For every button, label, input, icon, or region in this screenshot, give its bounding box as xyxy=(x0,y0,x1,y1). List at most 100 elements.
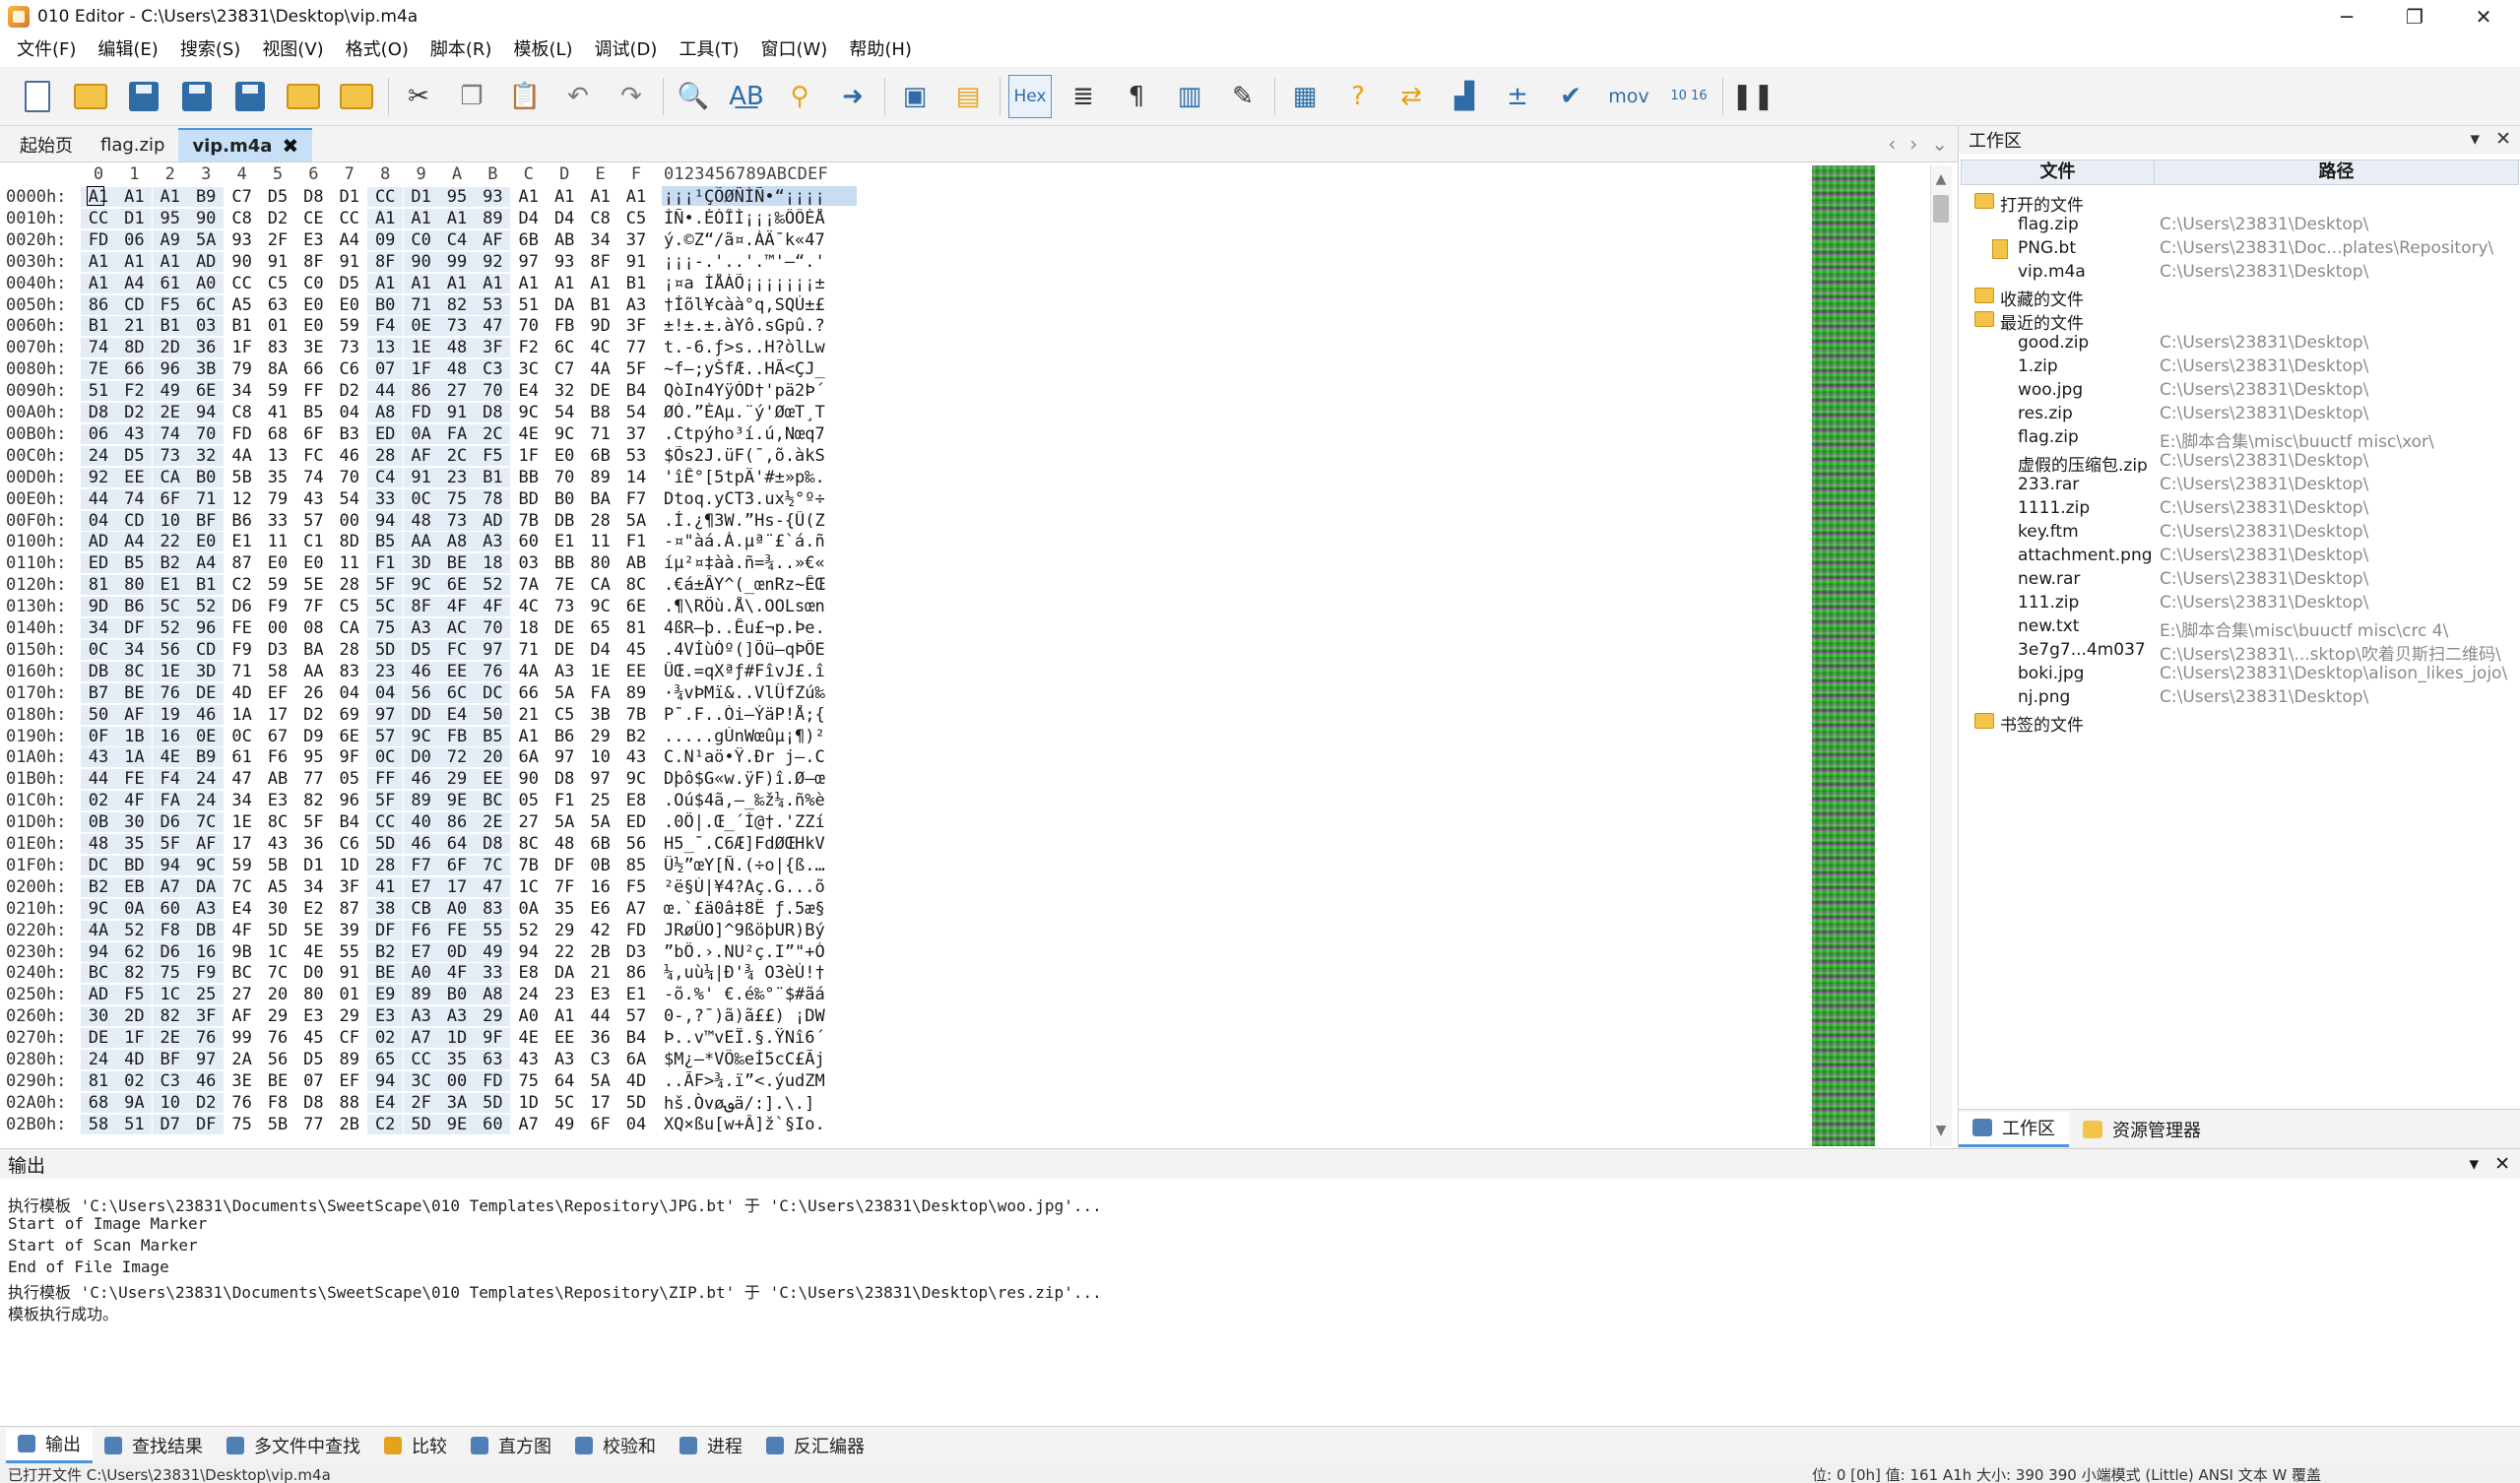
hex-byte[interactable]: 2D xyxy=(116,1006,153,1027)
hex-byte[interactable]: 5C xyxy=(547,1093,582,1113)
hex-byte[interactable]: 30 xyxy=(81,1006,116,1027)
hex-byte[interactable]: A9 xyxy=(152,229,188,250)
hex-byte[interactable]: 01 xyxy=(332,985,367,1004)
hex-byte[interactable]: EE xyxy=(547,1028,582,1048)
hex-byte[interactable]: 1A xyxy=(116,747,153,768)
hex-byte[interactable]: B1 xyxy=(618,274,654,293)
hex-byte[interactable]: CC xyxy=(332,209,367,228)
hex-byte[interactable]: 3F xyxy=(188,1006,225,1027)
hex-ascii[interactable]: -¤"àá.Á.µª¨£`á.ñ xyxy=(664,532,857,551)
hex-byte[interactable]: F7 xyxy=(403,855,439,875)
hex-byte[interactable]: 1F xyxy=(116,1028,153,1049)
hex-byte[interactable]: FA xyxy=(583,683,618,703)
hex-byte[interactable]: 46 xyxy=(188,704,225,725)
hex-byte[interactable]: 54 xyxy=(332,489,367,509)
hex-byte[interactable]: F1 xyxy=(367,553,404,574)
hex-byte[interactable]: D6 xyxy=(152,812,188,833)
hex-byte[interactable]: 5D xyxy=(403,1114,439,1134)
hex-byte[interactable]: A1 xyxy=(547,274,582,293)
hex-byte[interactable]: 73 xyxy=(547,597,582,616)
hex-byte[interactable]: 94 xyxy=(152,855,188,875)
menu-debug[interactable]: 调试(D) xyxy=(584,33,669,67)
hex-byte[interactable]: CC xyxy=(403,1050,439,1069)
hex-byte[interactable]: 49 xyxy=(152,381,188,402)
hex-row[interactable]: 0140h: 34 DF 52 96 FE 00 08 CA 75 A3 AC 70 18 DE 65 81 4ß… xyxy=(0,617,1958,639)
hex-byte[interactable]: 35 xyxy=(260,468,295,487)
hex-byte[interactable]: 43 xyxy=(295,489,331,509)
hex-byte[interactable]: 76 xyxy=(188,1028,225,1049)
hex-byte[interactable]: D8 xyxy=(475,834,511,854)
hex-byte[interactable]: 6E xyxy=(188,381,225,402)
hex-byte[interactable]: 4F xyxy=(475,597,511,617)
minimize-button[interactable]: ─ xyxy=(2315,0,2378,33)
hex-row[interactable]: 01E0h: 48 35 5F AF 17 43 36 C6 5D 46 64 D8 8C 48 6B 56 H5… xyxy=(0,833,1958,855)
hex-byte[interactable]: 4D xyxy=(225,683,260,703)
hex-byte[interactable]: 8A xyxy=(260,359,295,379)
hex-byte[interactable]: F2 xyxy=(116,381,153,402)
hex-byte[interactable]: 16 xyxy=(152,726,188,746)
hex-byte[interactable]: ED xyxy=(367,423,404,444)
hex-byte[interactable]: 28 xyxy=(367,445,404,466)
hex-byte[interactable]: AB xyxy=(260,769,295,789)
hex-byte[interactable]: 81 xyxy=(81,1070,116,1091)
hex-byte[interactable]: 7C xyxy=(260,963,295,983)
hex-byte[interactable]: 49 xyxy=(547,1115,582,1134)
hex-byte[interactable]: 07 xyxy=(367,359,404,380)
hex-byte[interactable]: 94 xyxy=(367,510,404,531)
hex-byte[interactable]: 94 xyxy=(511,942,547,962)
hex-byte[interactable]: 93 xyxy=(225,230,260,250)
hex-byte[interactable]: 1F xyxy=(403,359,439,380)
hex-byte[interactable]: E3 xyxy=(583,985,618,1004)
histogram-icon[interactable]: ▟ xyxy=(1443,75,1486,118)
hex-byte[interactable]: 73 xyxy=(439,316,475,337)
hex-byte[interactable]: 56 xyxy=(403,682,439,703)
hex-byte[interactable]: 93 xyxy=(547,252,582,272)
hex-byte[interactable]: C5 xyxy=(332,597,367,616)
hex-byte[interactable]: 58 xyxy=(260,662,295,681)
hex-ascii[interactable]: P¯.F..Òi—ÝäP!Å;{ xyxy=(664,705,857,725)
hex-byte[interactable]: B5 xyxy=(367,532,404,552)
hex-byte[interactable]: 27 xyxy=(439,381,475,402)
hex-byte[interactable]: 32 xyxy=(188,445,225,466)
hex-byte[interactable]: 77 xyxy=(618,338,654,357)
hex-byte[interactable]: FB xyxy=(439,726,475,746)
hex-byte[interactable]: AB xyxy=(618,553,654,573)
hex-byte[interactable]: 45 xyxy=(618,640,654,660)
hex-byte[interactable]: 0B xyxy=(81,812,116,833)
hex-byte[interactable]: CA xyxy=(152,467,188,487)
close-window-button[interactable]: ✕ xyxy=(2452,0,2515,33)
column-file[interactable]: 文件 xyxy=(1962,161,2155,184)
tab-list-icon[interactable]: ⌄ xyxy=(1931,132,1948,156)
hex-byte[interactable]: B6 xyxy=(225,511,260,531)
menu-tools[interactable]: 工具(T) xyxy=(668,33,749,67)
hex-byte[interactable]: 18 xyxy=(475,553,511,574)
hex-scrollbar[interactable] xyxy=(1930,165,1952,1146)
hex-byte[interactable]: B0 xyxy=(439,985,475,1005)
hex-byte[interactable]: 6F xyxy=(439,855,475,875)
hex-byte[interactable]: 59 xyxy=(225,856,260,875)
hex-byte[interactable]: A1 xyxy=(367,273,404,293)
hex-byte[interactable]: B1 xyxy=(475,467,511,487)
hex-byte[interactable]: 56 xyxy=(152,639,188,660)
hex-byte[interactable]: BE xyxy=(260,1071,295,1091)
hex-byte[interactable]: 29 xyxy=(583,727,618,746)
hex-byte[interactable]: E3 xyxy=(260,791,295,810)
hex-byte[interactable]: 8D xyxy=(116,338,153,358)
workspace-file-row[interactable]: 3e7g7...4m037 C:\Users\23831\...sktop\吹着贝… xyxy=(1961,638,2519,662)
hex-byte[interactable]: 28 xyxy=(332,575,367,595)
hex-byte[interactable]: 8F xyxy=(295,252,331,272)
hex-byte[interactable]: AB xyxy=(547,230,582,250)
hex-byte[interactable]: 4E xyxy=(295,942,331,962)
hex-byte[interactable]: FE xyxy=(439,920,475,940)
hex-byte[interactable]: 77 xyxy=(295,769,331,789)
hex-byte[interactable]: 87 xyxy=(332,899,367,919)
hex-byte[interactable]: 76 xyxy=(225,1093,260,1113)
hex-byte[interactable]: 37 xyxy=(618,230,654,250)
hex-byte[interactable]: 45 xyxy=(295,1028,331,1048)
hex-byte[interactable]: F4 xyxy=(152,769,188,790)
tab-histogram[interactable]: 直方图 xyxy=(459,1428,563,1463)
hex-byte[interactable]: 70 xyxy=(475,618,511,638)
hex-byte[interactable]: 82 xyxy=(152,1006,188,1027)
hex-byte[interactable]: 71 xyxy=(583,424,618,444)
hex-byte[interactable]: A1 xyxy=(583,187,618,207)
